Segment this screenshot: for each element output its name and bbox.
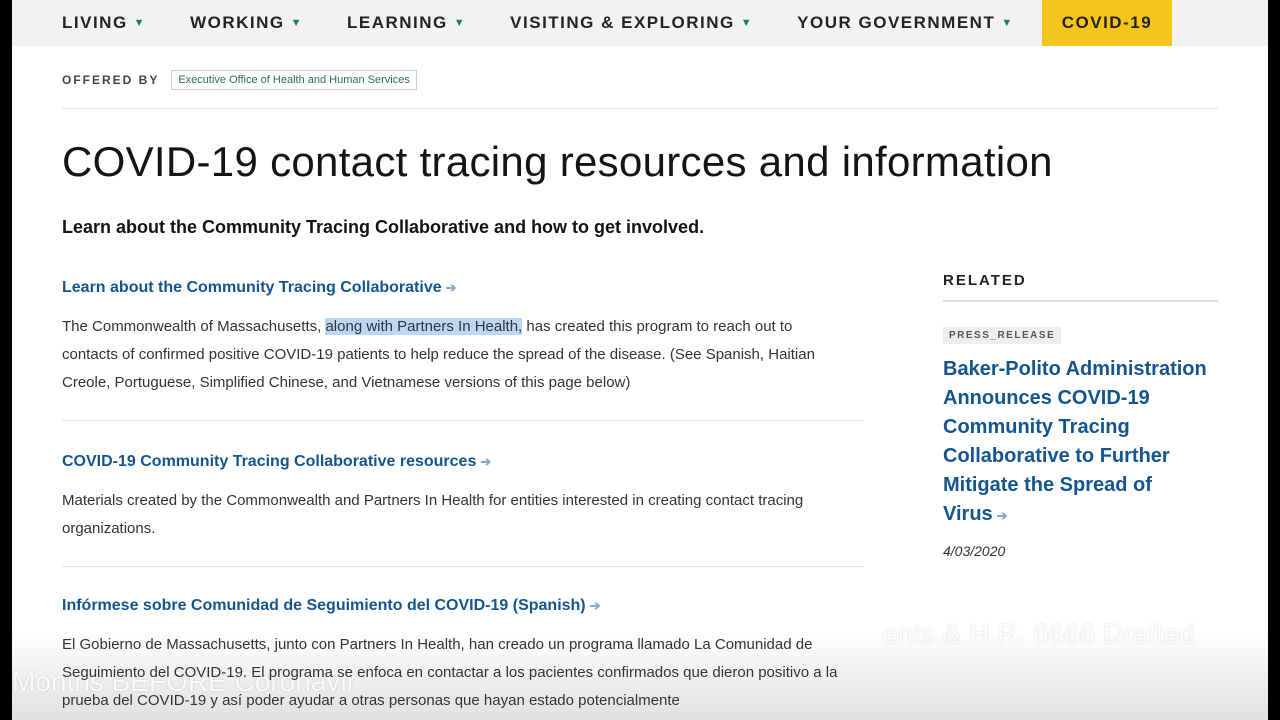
link-label: COVID-19 Community Tracing Collaborative…: [62, 453, 477, 470]
chevron-down-icon: ▼: [133, 17, 147, 29]
section-text: Materials created by the Commonwealth an…: [62, 492, 804, 537]
link-label: Baker-Polito Administration Announces CO…: [943, 358, 1207, 525]
divider: [62, 108, 1218, 109]
offered-by-org-link[interactable]: Executive Office of Health and Human Ser…: [171, 70, 417, 90]
arrow-right-icon: ➔: [996, 508, 1008, 523]
link-label: Infórmese sobre Comunidad de Seguimiento…: [62, 597, 586, 614]
page: LIVING ▼ WORKING ▼ LEARNING ▼ VISITING & EX…: [12, 0, 1268, 720]
nav-living[interactable]: LIVING ▼: [62, 0, 146, 46]
related-date: 4/03/2020: [943, 543, 1006, 559]
nav-working[interactable]: WORKING ▼: [190, 0, 303, 46]
arrow-right-icon: ➔: [589, 598, 601, 613]
nav-learning[interactable]: LEARNING ▼: [347, 0, 466, 46]
chevron-down-icon: ▼: [290, 17, 303, 29]
section-text: El Gobierno de Massachusetts, junto con …: [62, 636, 838, 709]
section-text: The Commonwealth of Massachusetts, along…: [62, 313, 852, 397]
chevron-down-icon: ▼: [453, 17, 467, 29]
divider: [943, 300, 1218, 302]
page-lead: Learn about the Community Tracing Collab…: [62, 217, 705, 237]
offered-by: OFFERED BY Executive Office of Health an…: [62, 70, 417, 90]
link-label: Learn about the Community Tracing Collab…: [62, 279, 442, 296]
nav-label: YOUR GOVERNMENT: [797, 13, 996, 32]
text: The Commonwealth of Massachusetts,: [62, 318, 326, 335]
nav-label: VISITING & EXPLORING: [510, 13, 735, 32]
related-heading: RELATED: [943, 272, 1027, 289]
nav-visiting[interactable]: VISITING & EXPLORING ▼: [510, 0, 753, 46]
nav-label: LIVING: [62, 13, 128, 32]
nav-label: LEARNING: [347, 13, 448, 32]
press-release-badge: PRESS_RELEASE: [943, 327, 1062, 344]
nav-label: WORKING: [190, 13, 285, 32]
related-link[interactable]: Baker-Polito Administration Announces CO…: [943, 355, 1213, 530]
offered-by-label: OFFERED BY: [62, 73, 160, 87]
caption-line-1: ents & H.R. 6666 Drafted: [882, 618, 1195, 649]
arrow-right-icon: ➔: [480, 454, 492, 469]
chevron-down-icon: ▼: [1001, 17, 1014, 29]
highlighted-text: along with Partners In Health,: [325, 318, 523, 335]
section-link[interactable]: Learn about the Community Tracing Collab…: [62, 279, 457, 297]
page-title: COVID-19 contact tracing resources and i…: [62, 138, 1053, 185]
nav-government[interactable]: YOUR GOVERNMENT ▼: [797, 0, 1014, 46]
section-link[interactable]: Infórmese sobre Comunidad de Seguimiento…: [62, 597, 601, 615]
arrow-right-icon: ➔: [445, 280, 457, 295]
nav-covid[interactable]: COVID-19: [1041, 0, 1173, 46]
main-nav: LIVING ▼ WORKING ▼ LEARNING ▼ VISITING & EX…: [12, 0, 1268, 46]
chevron-down-icon: ▼: [740, 17, 754, 29]
section-link[interactable]: COVID-19 Community Tracing Collaborative…: [62, 453, 491, 471]
divider: [62, 566, 864, 567]
divider: [62, 420, 864, 421]
